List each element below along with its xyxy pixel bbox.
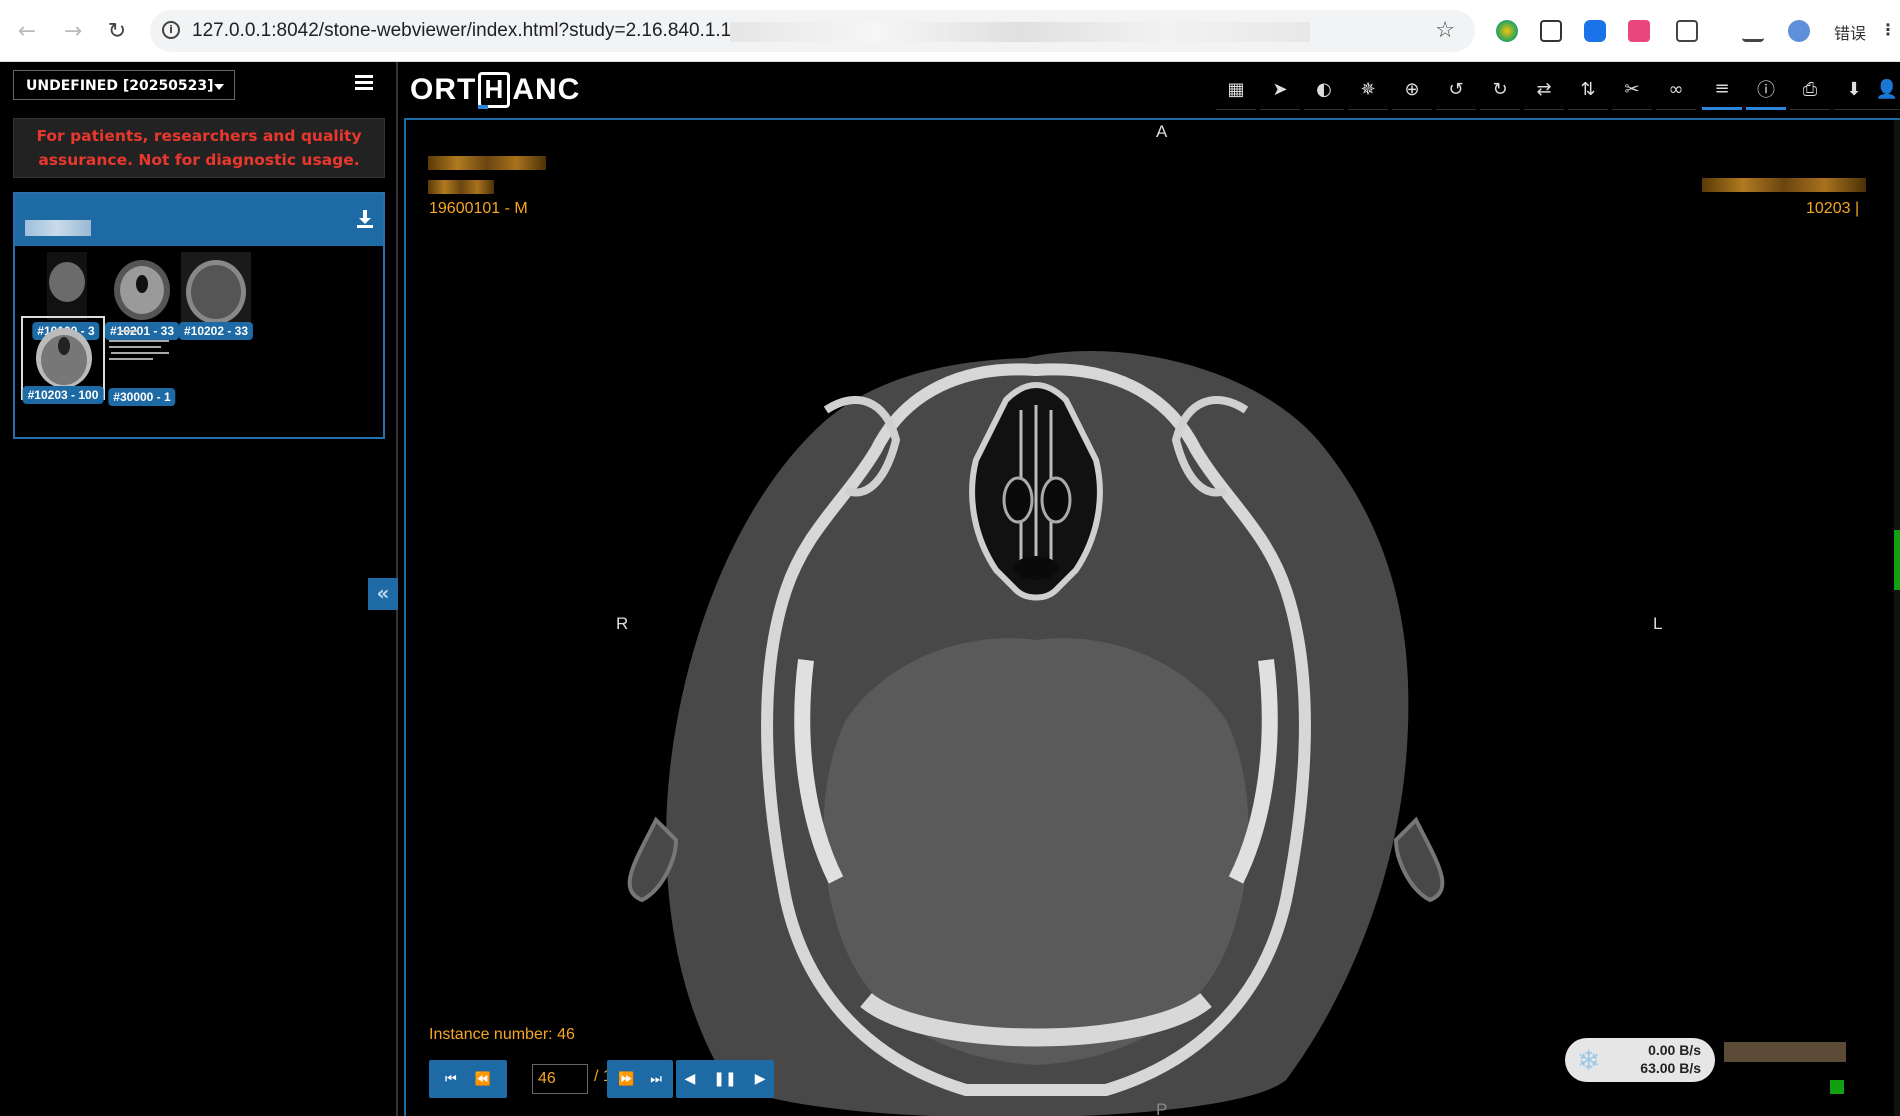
skip-first-icon[interactable]: ⏮ [445, 1072, 457, 1087]
flip-horizontal-icon[interactable]: ⇄ [1524, 70, 1564, 110]
patient-birth-sex: 19600101 - M [429, 200, 528, 217]
orthanc-logo: ORT H ANC [410, 70, 580, 110]
profile-avatar-icon[interactable] [1788, 20, 1810, 42]
study-selector[interactable]: UNDEFINED [20250523] [13, 70, 235, 100]
extension-puzzle-icon[interactable] [1584, 20, 1606, 42]
study-desc-redacted [1702, 178, 1866, 192]
series-sidebar: UNDEFINED [20250523] For patients, resea… [0, 62, 398, 1116]
orientation-bottom: P [1156, 1100, 1168, 1116]
crosshair-icon[interactable]: ✵ [1348, 70, 1388, 110]
series-preview-image [47, 252, 87, 320]
back-icon[interactable]: ← [12, 16, 42, 46]
forward-icon[interactable]: → [58, 16, 88, 46]
download-speed: 0.00 B/s [1648, 1042, 1701, 1058]
series-thumbnail[interactable]: #10202 - 33 [175, 252, 257, 340]
download-icon[interactable]: ⬇ [1834, 70, 1874, 110]
diagnostic-warning: For patients, researchers and quality as… [13, 118, 385, 178]
playback-controls: ◀ ❚❚ ▶ [676, 1060, 774, 1098]
orientation-left: R [616, 614, 629, 633]
study-name-redacted [25, 220, 91, 236]
zoom-icon[interactable]: ⊕ [1392, 70, 1432, 110]
series-thumbnail[interactable]: #30000 - 1 [101, 318, 183, 406]
collapse-sidebar-button[interactable]: « [368, 578, 398, 610]
translate-status[interactable]: 错误 [1834, 20, 1866, 44]
list-view-icon[interactable] [355, 75, 373, 91]
info-icon[interactable]: ⓘ [1746, 70, 1786, 110]
next-frame-icon[interactable]: ⏩ [618, 1072, 634, 1087]
bookmark-star-icon[interactable]: ☆ [1435, 18, 1455, 43]
orientation-top: A [1156, 122, 1168, 141]
connection-status-indicator [1830, 1080, 1844, 1094]
orientation-right: L [1653, 614, 1663, 633]
rotate-left-icon[interactable]: ↺ [1436, 70, 1476, 110]
url-text: 127.0.0.1:8042/stone-webviewer/index.htm… [192, 20, 741, 41]
browser-menu-icon[interactable]: ⋮ [1880, 20, 1896, 39]
playback-first-last-group: ⏮ ⏪ [429, 1060, 507, 1098]
playback-next-group: ⏩ ⏭ [607, 1060, 673, 1098]
browser-toolbar: ← → ↻ i 127.0.0.1:8042/stone-webviewer/i… [0, 0, 1900, 62]
study-header[interactable] [15, 194, 383, 246]
series-preview-image [36, 328, 92, 388]
download-icon[interactable] [357, 210, 373, 228]
address-bar[interactable]: i 127.0.0.1:8042/stone-webviewer/index.h… [150, 10, 1475, 52]
logo-text-h: H [478, 72, 511, 109]
url-redacted [730, 22, 1310, 42]
instance-number: Instance number: 46 [429, 1026, 575, 1043]
measure-tools-icon[interactable]: ✂ [1612, 70, 1652, 110]
patient-name-redacted [428, 156, 546, 170]
ct-axial-image [627, 120, 1900, 1116]
series-preview-image [109, 330, 169, 360]
extensions-menu-icon[interactable] [1676, 20, 1698, 42]
extension-globe-icon[interactable] [1496, 20, 1518, 42]
transfer-speed-widget: ❄ 0.00 B/s 63.00 B/s [1565, 1038, 1715, 1082]
print-icon[interactable]: ⎙ [1790, 70, 1830, 110]
rotate-right-icon[interactable]: ↻ [1480, 70, 1520, 110]
patient-id-redacted [428, 180, 494, 194]
series-number: 10203 | [1806, 200, 1860, 217]
series-preview-image [181, 252, 251, 326]
reload-icon[interactable]: ↻ [102, 16, 132, 46]
image-viewport[interactable]: A R L P 19600101 - M 10203 | Instance nu… [404, 118, 1900, 1116]
skip-last-icon[interactable]: ⏭ [650, 1072, 662, 1087]
site-info-icon[interactable]: i [162, 21, 180, 39]
series-preview-image [114, 260, 170, 320]
contrast-icon[interactable]: ◐ [1304, 70, 1344, 110]
logo-text-right: ANC [512, 73, 581, 106]
extension-translate-icon[interactable] [1628, 20, 1650, 42]
layout-grid-icon[interactable]: ▦ [1216, 70, 1256, 110]
play-forward-icon[interactable]: ▶ [755, 1071, 766, 1087]
frame-number-input[interactable] [532, 1064, 588, 1094]
pause-icon[interactable]: ❚❚ [713, 1071, 736, 1087]
extension-doc-icon[interactable] [1540, 20, 1562, 42]
user-icon[interactable]: 👤 [1874, 70, 1900, 110]
chevron-down-icon [214, 84, 224, 90]
labs-flask-icon[interactable] [1742, 20, 1764, 42]
link-icon[interactable]: ∞ [1656, 70, 1696, 110]
series-label: #10202 - 33 [178, 322, 254, 340]
play-backward-icon[interactable]: ◀ [684, 1071, 695, 1087]
series-label: #10203 - 100 [22, 386, 104, 404]
series-thumbnail-selected[interactable]: #10203 - 100 [21, 316, 105, 404]
logo-text-left: ORT [410, 73, 477, 106]
flip-vertical-icon[interactable]: ⇅ [1568, 70, 1608, 110]
menu-icon[interactable]: ≡ [1702, 70, 1742, 110]
previous-frame-icon[interactable]: ⏪ [475, 1072, 491, 1087]
upload-speed: 63.00 B/s [1640, 1060, 1701, 1076]
snowflake-icon: ❄ [1577, 1044, 1601, 1077]
series-label: #30000 - 1 [108, 388, 176, 406]
speed-bar-redacted [1724, 1042, 1846, 1062]
pointer-icon[interactable]: ➤ [1260, 70, 1300, 110]
study-series-group: #10100 - 3 #10201 - 33 #10202 - 33 [13, 192, 385, 439]
viewer-toolbar: ORT H ANC ▦ ➤ ◐ ✵ ⊕ ↺ ↻ ⇄ ⇅ ✂ ∞ ≡ ⓘ ⎙ ⬇ … [400, 62, 1900, 118]
study-selector-label: UNDEFINED [20250523] [26, 78, 214, 94]
